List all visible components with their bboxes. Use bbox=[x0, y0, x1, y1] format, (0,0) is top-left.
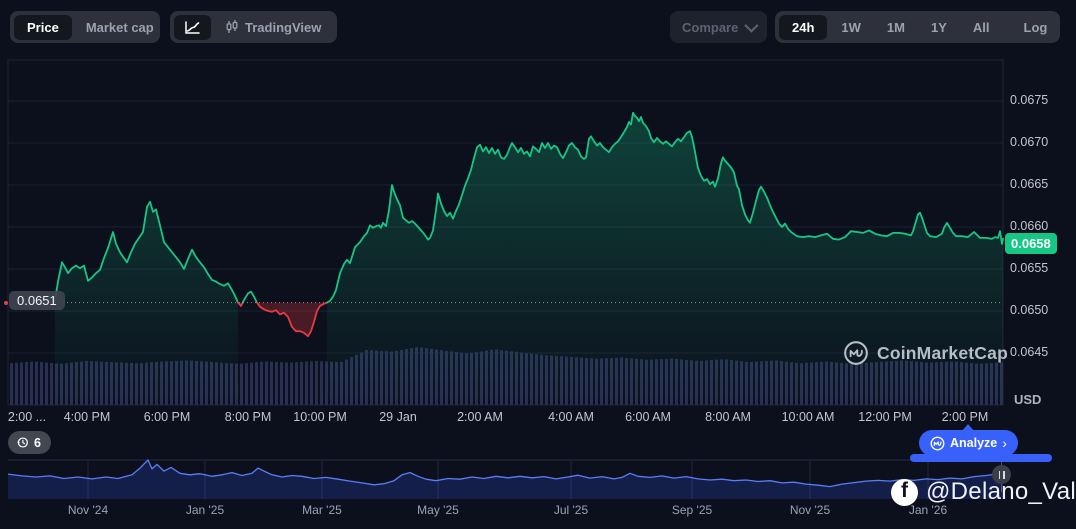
facebook-icon: f bbox=[891, 479, 918, 506]
analyze-button[interactable]: Analyze › bbox=[919, 430, 1018, 456]
coinmarketcap-price-chart-page: { "toolbar": { "price_label": "Price", "… bbox=[0, 0, 1076, 529]
previous-close-label: 0.0651 bbox=[9, 291, 65, 310]
history-clock-icon bbox=[16, 436, 29, 449]
history-button[interactable]: 6 bbox=[8, 431, 51, 454]
cmc-watermark-label: CoinMarketCap bbox=[877, 343, 1008, 364]
cmc-watermark: CoinMarketCap bbox=[843, 340, 1008, 366]
current-price-badge: 0.0658 bbox=[1005, 233, 1057, 254]
cmc-logo-icon bbox=[930, 436, 945, 451]
coinmarketcap-logo-icon bbox=[843, 340, 869, 366]
chevron-right-icon: › bbox=[1002, 435, 1007, 451]
social-watermark: f @Delano_Valerie bbox=[891, 478, 1076, 506]
history-count: 6 bbox=[34, 436, 41, 450]
analyze-label: Analyze bbox=[950, 436, 997, 450]
previous-close-dot bbox=[4, 301, 8, 305]
social-handle-label: @Delano_Valerie bbox=[926, 478, 1076, 506]
price-chart-canvas[interactable] bbox=[0, 0, 1076, 529]
